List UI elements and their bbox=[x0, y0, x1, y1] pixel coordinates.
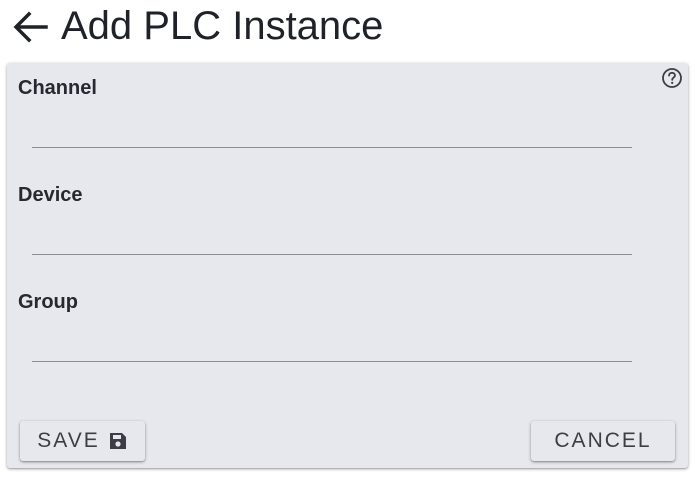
channel-field: Channel bbox=[17, 76, 633, 176]
add-plc-instance-page: Add PLC Instance Channel Device Group SA… bbox=[0, 0, 695, 479]
channel-label: Channel bbox=[18, 77, 97, 99]
cancel-button-label: CANCEL bbox=[554, 429, 652, 452]
group-field: Group bbox=[17, 290, 633, 390]
page-title: Add PLC Instance bbox=[61, 4, 384, 48]
save-button-label: SAVE bbox=[37, 429, 100, 452]
plc-instance-form: Channel Device Group SAVE CANCEL bbox=[7, 63, 688, 468]
arrow-left-icon bbox=[13, 11, 48, 43]
help-button[interactable] bbox=[661, 67, 683, 89]
device-field: Device bbox=[17, 183, 633, 283]
floppy-disk-icon bbox=[108, 431, 128, 451]
help-circle-icon bbox=[662, 68, 682, 88]
device-input[interactable] bbox=[32, 223, 632, 255]
save-button[interactable]: SAVE bbox=[20, 421, 145, 461]
group-label: Group bbox=[18, 291, 78, 313]
back-button[interactable] bbox=[10, 8, 50, 46]
page-header: Add PLC Instance bbox=[0, 0, 695, 56]
cancel-button[interactable]: CANCEL bbox=[531, 421, 675, 461]
device-label: Device bbox=[18, 184, 83, 206]
group-input[interactable] bbox=[32, 330, 632, 362]
channel-input[interactable] bbox=[32, 116, 632, 148]
